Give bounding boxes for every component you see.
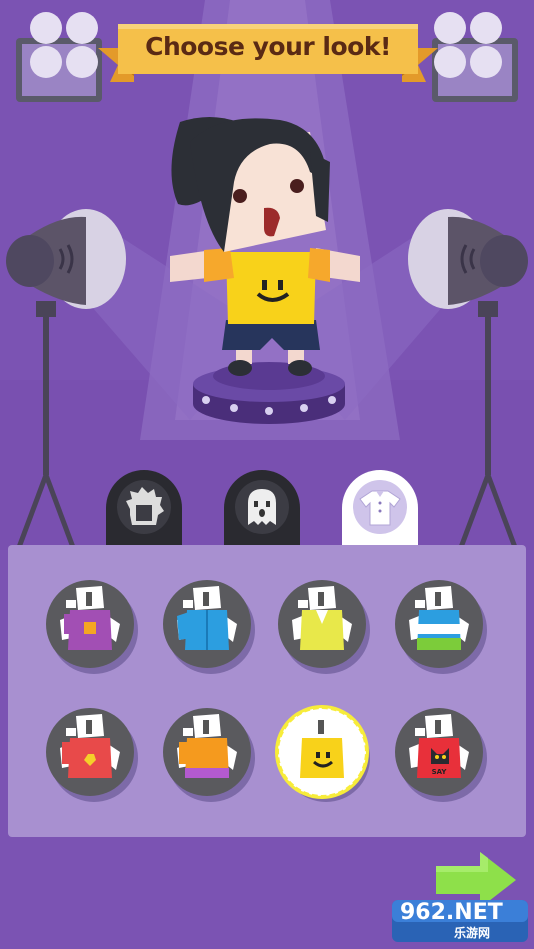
outfit-option-blue-striped-shirt-icon[interactable]	[395, 580, 483, 668]
purple-shirt-icon	[60, 586, 120, 650]
tab-face[interactable]	[224, 470, 300, 550]
stage-light-left-icon	[16, 12, 102, 102]
outfit-option-yellow-smiley-shirt-icon[interactable]	[276, 706, 368, 798]
yellow-vest-icon	[292, 586, 352, 650]
title-banner: Choose your look!	[98, 18, 438, 82]
ghost-face-icon	[248, 489, 276, 525]
blue-striped-shirt-icon	[409, 586, 469, 650]
tab-hair[interactable]	[106, 470, 182, 550]
cat-shirt-text: SAY	[432, 768, 448, 776]
outfit-option-purple-shirt-icon[interactable]	[46, 580, 134, 668]
watermark-logo: 962.NET 乐游网	[392, 898, 530, 944]
red-cat-shirt-icon: SAY	[409, 714, 469, 778]
yellow-smiley-shirt-icon	[292, 714, 352, 778]
tab-shirt[interactable]	[342, 470, 418, 550]
outfit-option-orange-shirt-icon[interactable]	[163, 708, 251, 796]
red-flower-shirt-icon	[60, 714, 120, 778]
outfit-option-red-cat-shirt-icon[interactable]: SAY	[395, 708, 483, 796]
watermark-brand: 962.NET	[400, 900, 503, 925]
page-title: Choose your look!	[145, 31, 391, 61]
shirt-icon	[359, 490, 401, 526]
hair-icon	[126, 487, 164, 525]
outfit-option-blue-jacket-icon[interactable]	[163, 580, 251, 668]
character-avatar	[170, 117, 360, 376]
orange-shirt-icon	[177, 714, 237, 778]
stage-light-right-icon	[432, 12, 518, 102]
outfit-option-red-flower-shirt-icon[interactable]	[46, 708, 134, 796]
blue-jacket-icon	[177, 586, 237, 650]
watermark-subtitle: 乐游网	[454, 926, 491, 940]
outfit-panel: SAY	[8, 545, 526, 837]
outfit-option-yellow-vest-icon[interactable]	[278, 580, 366, 668]
